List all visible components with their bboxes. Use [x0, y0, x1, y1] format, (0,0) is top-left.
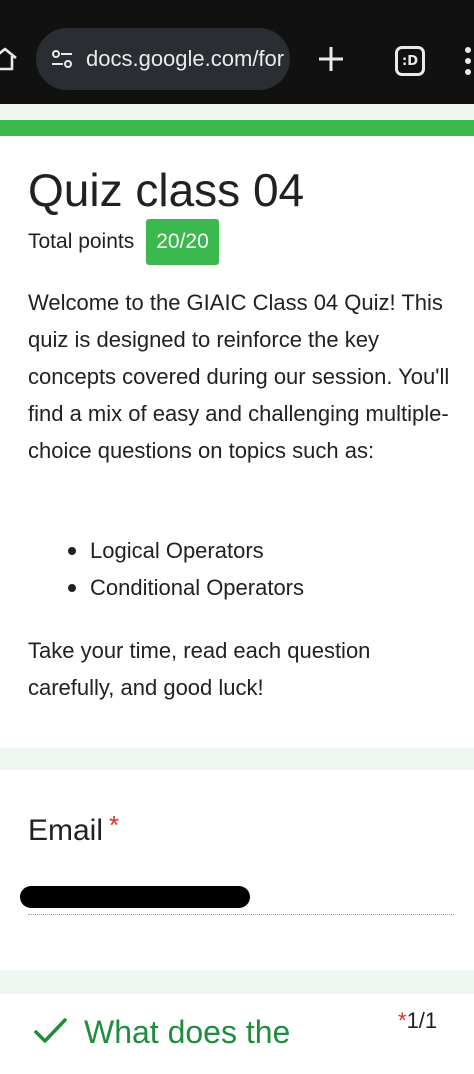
bullet-icon	[68, 547, 76, 555]
list-item: Logical Operators	[62, 532, 304, 569]
more-vert-icon[interactable]	[462, 46, 474, 76]
form-header-card: Quiz class 04 Total points 20/20 Welcome…	[0, 136, 474, 748]
total-points-row: Total points 20/20	[28, 219, 219, 265]
topics-list: Logical Operators Conditional Operators	[62, 532, 304, 606]
tune-icon[interactable]	[50, 47, 74, 71]
browser-toolbar: docs.google.com/for :D	[0, 0, 474, 104]
form-outro: Take your time, read each question caref…	[28, 638, 371, 700]
email-label-text: Email	[28, 814, 104, 847]
question-title: What does the	[84, 1014, 291, 1050]
list-item: Conditional Operators	[62, 569, 304, 606]
address-bar[interactable]: docs.google.com/for	[36, 28, 290, 90]
form-accent-bar	[0, 120, 474, 136]
url-text: docs.google.com/for	[86, 46, 285, 71]
question-score: *1/1	[398, 1008, 437, 1034]
question-score-value: 1/1	[406, 1008, 438, 1033]
tab-count: :D	[402, 53, 418, 69]
question-card: What does the *1/1	[0, 994, 474, 1074]
bullet-icon	[68, 584, 76, 592]
checkmark-icon	[34, 1018, 67, 1043]
email-card: Email *	[0, 770, 474, 970]
email-label: Email *	[28, 810, 119, 848]
topic-label: Conditional Operators	[90, 575, 305, 600]
total-points-badge: 20/20	[146, 219, 219, 265]
total-points-label: Total points	[28, 230, 135, 253]
tab-switcher-icon[interactable]: :D	[395, 46, 425, 76]
redacted-email	[20, 886, 250, 908]
topic-label: Logical Operators	[90, 538, 264, 563]
required-asterisk: *	[109, 810, 120, 840]
form-title: Quiz class 04	[28, 164, 305, 216]
plus-icon[interactable]	[317, 45, 345, 73]
form-description: Welcome to the GIAIC Class 04 Quiz! This…	[28, 290, 450, 463]
required-asterisk: *	[398, 1008, 407, 1033]
home-icon[interactable]	[0, 46, 18, 72]
